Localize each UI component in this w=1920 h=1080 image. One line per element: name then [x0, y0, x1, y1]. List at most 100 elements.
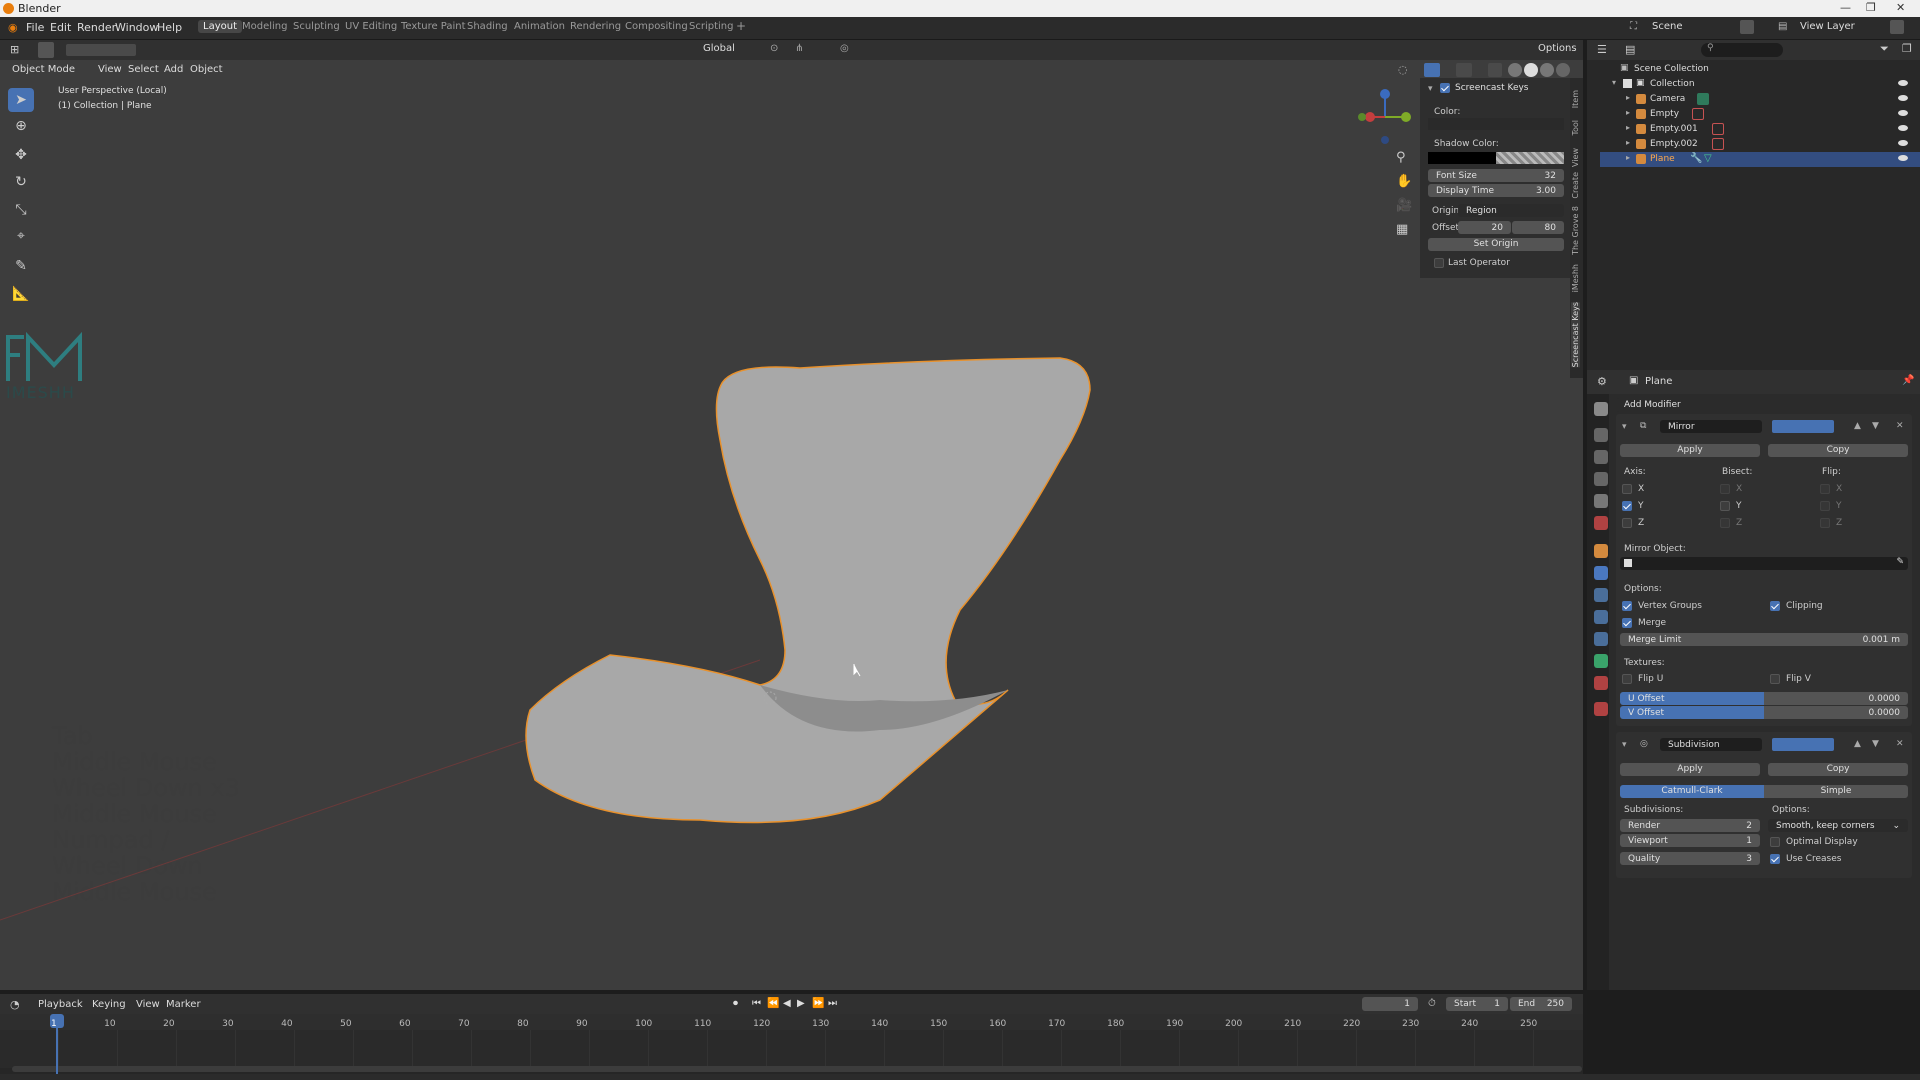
close-icon[interactable]: ✕ [1896, 1, 1905, 14]
merge-limit-field[interactable]: Merge Limit 0.001 m [1620, 633, 1908, 646]
offset-y-field[interactable]: 80 [1512, 221, 1564, 234]
timeline-scrollbar[interactable] [12, 1066, 1582, 1072]
timeline-menu-marker[interactable]: Marker [166, 999, 201, 1010]
tab-create[interactable]: Create [1571, 172, 1580, 199]
tab-imeshh[interactable]: iMeshh [1571, 264, 1580, 292]
object-props-icon[interactable] [1594, 544, 1608, 558]
outliner-row-scene-collection[interactable]: ▣ Scene Collection [1600, 62, 1920, 77]
timeline-menu-playback[interactable]: Playback [38, 999, 83, 1010]
physics-props-icon[interactable] [1594, 610, 1608, 624]
menu-window[interactable]: Window [115, 21, 158, 34]
end-frame-field[interactable]: End 250 [1510, 997, 1572, 1011]
data-props-icon[interactable] [1594, 654, 1608, 668]
blender-menu-icon[interactable]: ◉ [8, 21, 18, 34]
new-view-layer-icon[interactable] [1890, 20, 1904, 34]
screencast-keys-toggle[interactable] [1440, 83, 1450, 93]
prev-keyframe-icon[interactable]: ⏪ [767, 998, 779, 1009]
mirror-object-field[interactable]: ✎ [1620, 557, 1908, 570]
output-props-icon[interactable] [1594, 450, 1608, 464]
shadow-color-swatch[interactable] [1428, 152, 1496, 164]
scene-name[interactable]: Scene [1652, 21, 1683, 32]
ortho-toggle-icon[interactable]: ▦ [1396, 222, 1408, 237]
new-collection-icon[interactable]: ❐ [1902, 42, 1912, 55]
minimize-icon[interactable]: — [1840, 1, 1851, 14]
remove-modifier-icon[interactable]: ✕ [1896, 421, 1904, 431]
tab-texture-paint[interactable]: Texture Paint [401, 21, 466, 32]
menu-render[interactable]: Render [77, 21, 116, 34]
flip-x-checkbox[interactable] [1820, 484, 1830, 494]
pan-icon[interactable]: ✋ [1396, 174, 1412, 189]
move-down-icon[interactable]: ▼ [1872, 739, 1879, 749]
flip-y-checkbox[interactable] [1820, 501, 1830, 511]
optimal-display-checkbox[interactable] [1770, 837, 1780, 847]
tab-scripting[interactable]: Scripting [689, 21, 733, 32]
view-layer-name[interactable]: View Layer [1800, 21, 1855, 32]
texture-props-icon[interactable] [1594, 702, 1608, 716]
timeline-menu-keying[interactable]: Keying [92, 999, 126, 1010]
tab-compositing[interactable]: Compositing [625, 21, 688, 32]
next-keyframe-icon[interactable]: ⏩ [812, 998, 824, 1009]
origin-dropdown[interactable]: Region [1458, 204, 1564, 217]
uv-smooth-dropdown[interactable]: Smooth, keep corners ⌄ [1768, 819, 1908, 832]
bisect-x-checkbox[interactable] [1720, 484, 1730, 494]
subdivision-display-toggles[interactable] [1772, 738, 1834, 751]
u-offset-field[interactable]: U Offset 0.0000 [1620, 692, 1908, 705]
tab-rendering[interactable]: Rendering [570, 21, 621, 32]
axis-z-checkbox[interactable] [1622, 518, 1632, 528]
flip-v-checkbox[interactable] [1770, 674, 1780, 684]
v-offset-field[interactable]: V Offset 0.0000 [1620, 706, 1908, 719]
flip-u-checkbox[interactable] [1622, 674, 1632, 684]
play-icon[interactable]: ▶ [797, 998, 805, 1009]
outliner-row-empty-002[interactable]: ▸ Empty.002 [1600, 137, 1920, 152]
render-levels-field[interactable]: Render 2 [1620, 819, 1760, 832]
display-mode-icon[interactable]: ▤ [1625, 43, 1635, 56]
last-operator-checkbox[interactable] [1434, 258, 1444, 268]
outliner-row-collection[interactable]: ▾ ▣ Collection [1600, 77, 1920, 92]
collapse-icon[interactable]: ▾ [1622, 740, 1627, 750]
particles-props-icon[interactable] [1594, 588, 1608, 602]
tool-props-icon[interactable] [1594, 402, 1608, 416]
mirror-apply-button[interactable]: Apply [1620, 444, 1760, 457]
add-workspace-icon[interactable]: + [736, 19, 746, 33]
start-frame-field[interactable]: Start 1 [1446, 997, 1508, 1011]
tab-screencast-keys[interactable]: Screencast Keys [1571, 302, 1580, 368]
flip-z-checkbox[interactable] [1820, 518, 1830, 528]
move-up-icon[interactable]: ▲ [1854, 739, 1861, 749]
camera-view-icon[interactable]: 🎥 [1396, 198, 1412, 213]
catmull-clark-button[interactable]: Catmull-Clark [1620, 785, 1764, 798]
modifier-props-icon[interactable] [1594, 566, 1608, 580]
filter-icon[interactable]: ⏷ [1880, 42, 1889, 56]
shadow-alpha-swatch[interactable] [1496, 152, 1564, 164]
merge-checkbox[interactable] [1622, 618, 1632, 628]
tab-tool[interactable]: Tool [1571, 120, 1580, 136]
timeline-track-area[interactable] [0, 1030, 1583, 1068]
world-props-icon[interactable] [1594, 516, 1608, 530]
panel-collapse-icon[interactable]: ▾ [1428, 84, 1433, 94]
timeline-editor-icon[interactable]: ◔ [10, 998, 20, 1011]
menu-edit[interactable]: Edit [50, 21, 71, 34]
tab-animation[interactable]: Animation [514, 21, 565, 32]
scene-props-icon[interactable] [1594, 494, 1608, 508]
view-layer-props-icon[interactable] [1594, 472, 1608, 486]
tab-view[interactable]: View [1571, 148, 1580, 167]
outliner-row-empty-001[interactable]: ▸ Empty.001 [1600, 122, 1920, 137]
tab-modeling[interactable]: Modeling [242, 21, 288, 32]
zoom-icon[interactable]: ⚲ [1396, 150, 1406, 165]
axis-x-checkbox[interactable] [1622, 484, 1632, 494]
menu-help[interactable]: Help [157, 21, 182, 34]
outliner-row-plane[interactable]: ▸ Plane 🔧 ▽ [1600, 152, 1920, 167]
tab-shading[interactable]: Shading [467, 21, 508, 32]
add-modifier-dropdown[interactable]: Add Modifier [1616, 398, 1912, 412]
quality-field[interactable]: Quality 3 [1620, 852, 1760, 865]
viewport-levels-field[interactable]: Viewport 1 [1620, 834, 1760, 847]
new-scene-icon[interactable] [1740, 20, 1754, 34]
jump-end-icon[interactable]: ⏭ [828, 998, 837, 1009]
constraints-props-icon[interactable] [1594, 632, 1608, 646]
timeline-menu-view[interactable]: View [136, 999, 160, 1010]
set-origin-button[interactable]: Set Origin [1428, 238, 1564, 251]
bisect-z-checkbox[interactable] [1720, 518, 1730, 528]
subdivision-name-field[interactable]: Subdivision [1660, 738, 1762, 751]
jump-start-icon[interactable]: ⏮ [752, 998, 761, 1009]
outliner-search-input[interactable]: ⚲ [1701, 43, 1783, 57]
offset-x-field[interactable]: 20 [1458, 221, 1511, 234]
